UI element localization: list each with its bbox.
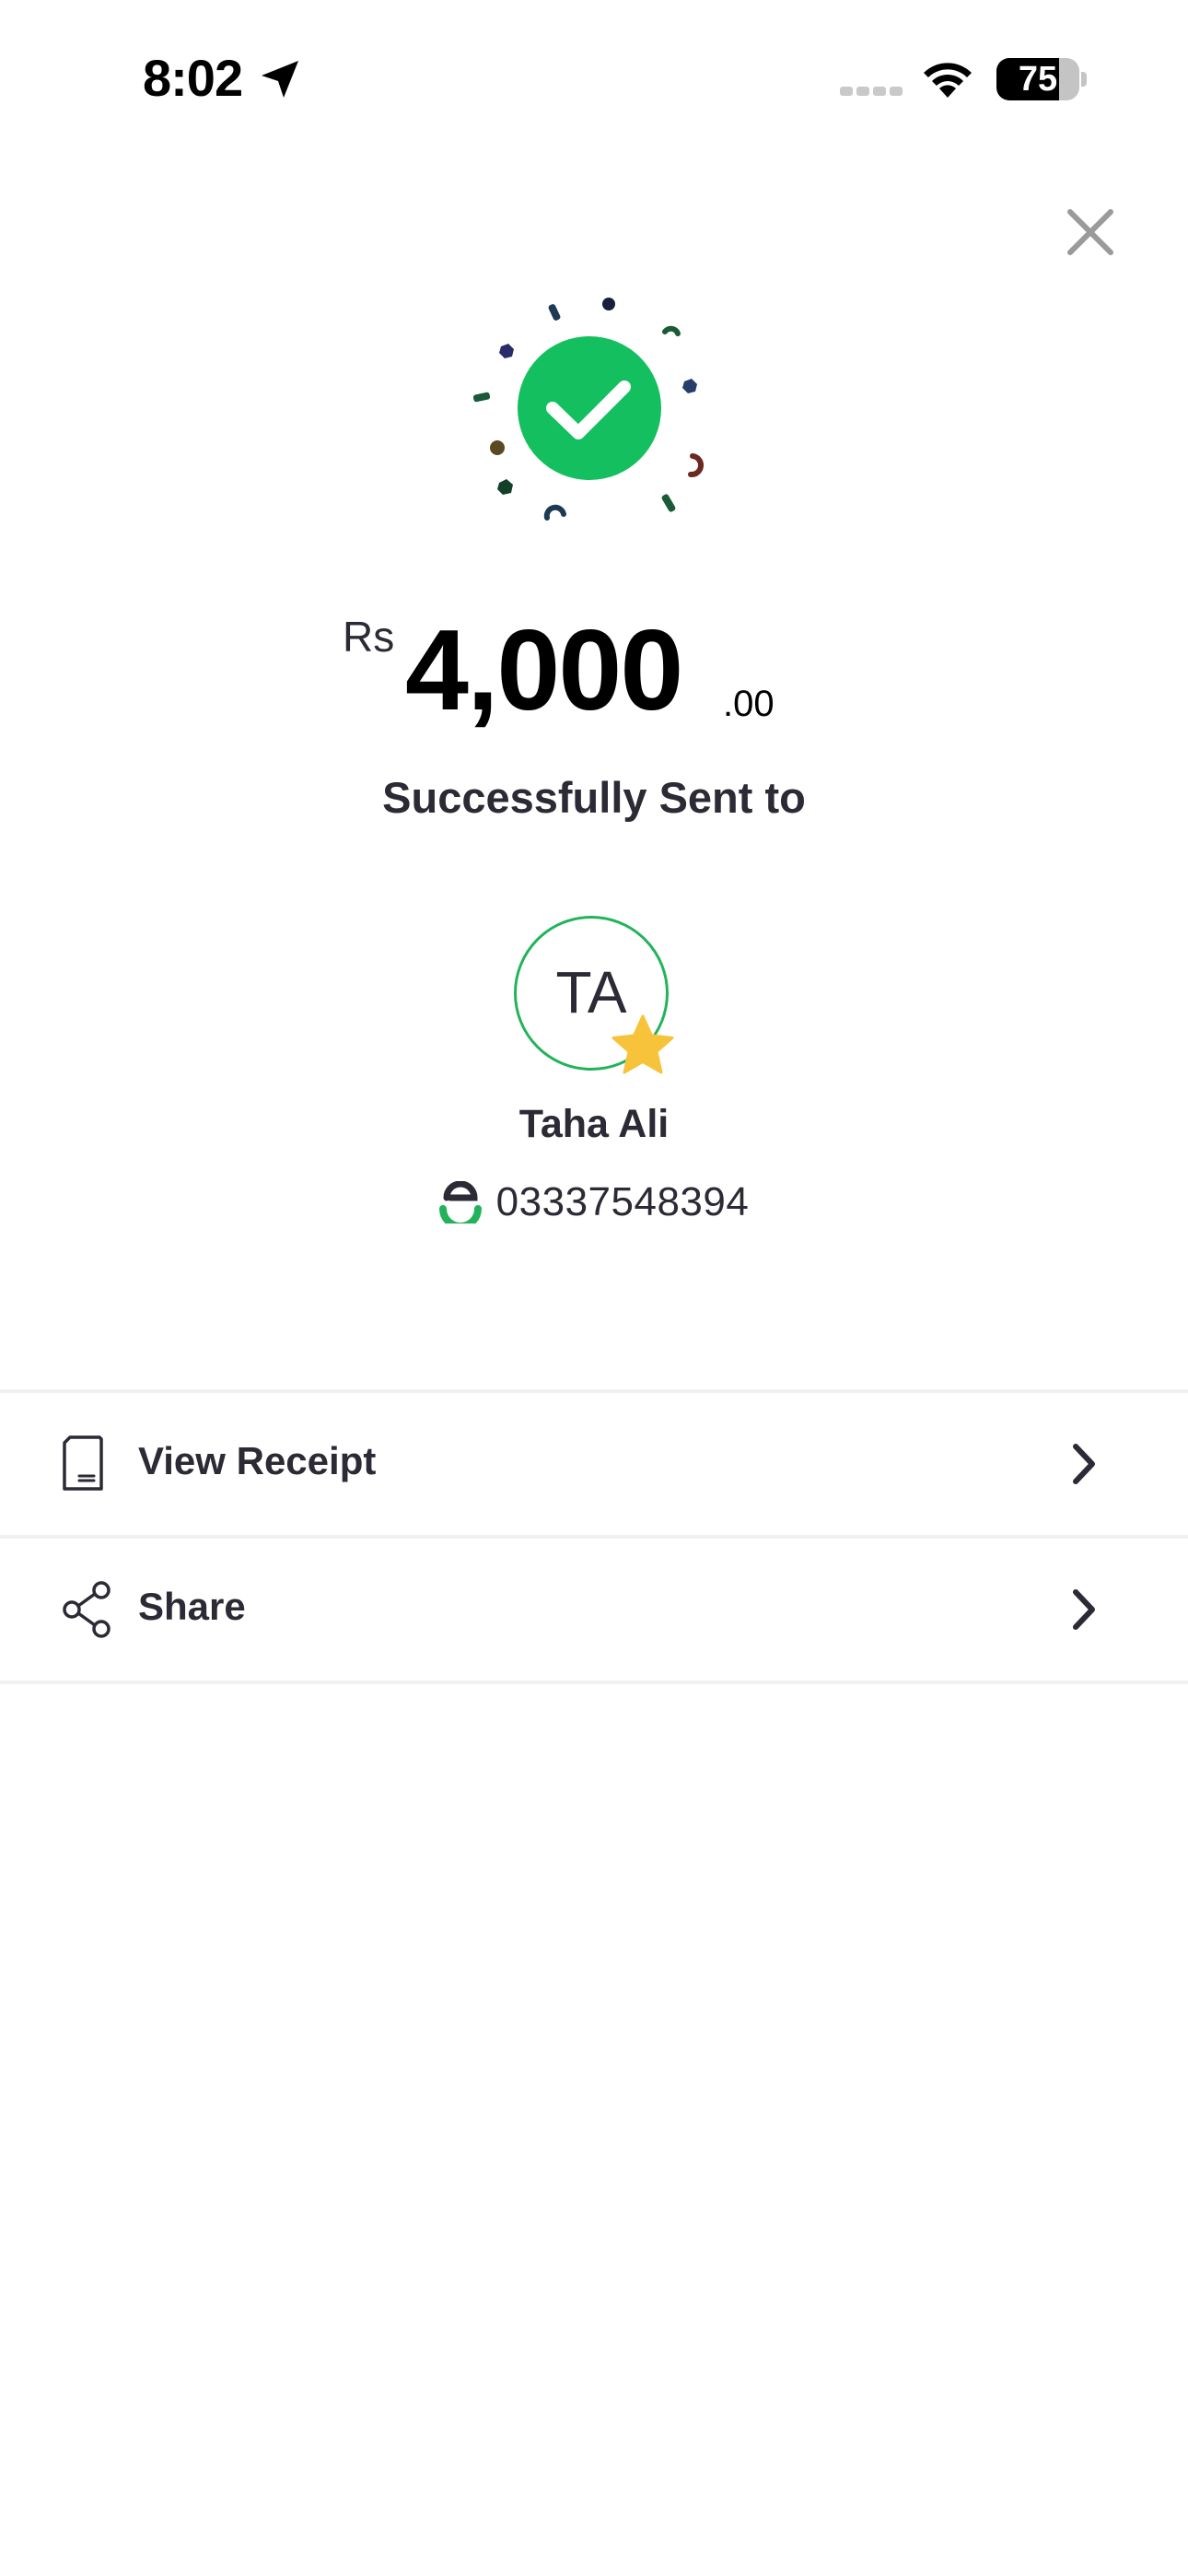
action-list: View Receipt Share [0, 1389, 1188, 1684]
success-check-graphic [472, 298, 704, 521]
close-icon[interactable] [1057, 199, 1124, 265]
share-label: Share [138, 1585, 246, 1628]
cellular-signal-icon [840, 87, 903, 96]
share-icon [63, 1581, 111, 1638]
easypaisa-logo-icon [438, 1181, 482, 1224]
view-receipt-label: View Receipt [138, 1439, 377, 1482]
divider [0, 1680, 1188, 1684]
star-icon [611, 1014, 674, 1074]
status-bar: 8:02 75 [0, 0, 1188, 157]
recipient-name: Taha Ali [518, 1102, 670, 1146]
battery-level: 75 [1018, 60, 1058, 99]
amount-currency: Rs [343, 613, 395, 661]
view-receipt-button[interactable]: View Receipt [0, 1393, 1188, 1535]
transfer-amount: Rs 4,000 .00 [0, 608, 1188, 746]
amount-decimals: .00 [723, 684, 775, 724]
success-message: Successfully Sent to [382, 773, 806, 822]
chevron-right-icon [1073, 1444, 1095, 1484]
share-button[interactable]: Share [0, 1539, 1188, 1680]
battery-cap [1081, 72, 1087, 87]
check-circle-icon [518, 336, 661, 480]
battery-icon: 75 [996, 58, 1079, 100]
status-time: 8:02 [143, 49, 243, 107]
chevron-right-icon [1073, 1589, 1095, 1630]
location-arrow-icon [262, 61, 298, 98]
recipient-account: 03337548394 [0, 1179, 1188, 1235]
amount-value: 4,000 [405, 607, 683, 734]
receipt-icon [63, 1435, 103, 1491]
account-number: 03337548394 [495, 1179, 750, 1224]
wifi-icon [924, 63, 972, 98]
